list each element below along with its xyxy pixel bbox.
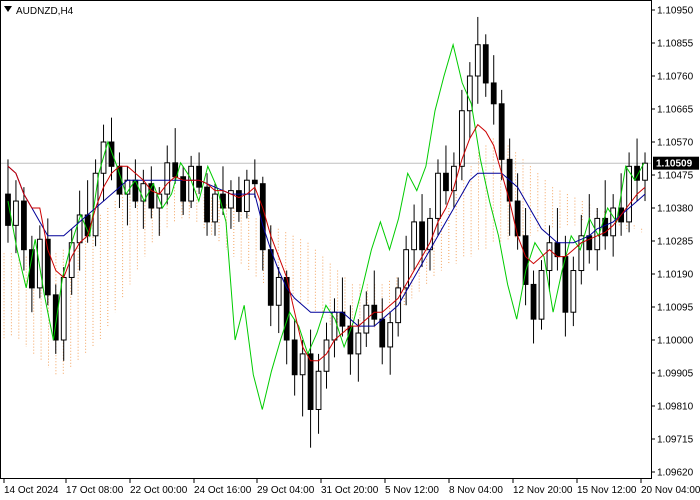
candle-body [108,141,115,167]
candle-body [60,276,67,341]
x-tick-label: 12 Nov 20:00 [513,485,573,496]
candle-body [530,283,537,320]
candle-body [482,44,489,84]
y-tick-label: 1.10760 [657,72,694,83]
y-tick-label: 1.10190 [657,270,694,281]
candle-body [443,172,449,192]
candle-body [435,172,441,219]
candle-body [379,318,386,348]
candle-body [387,322,394,348]
candle-body [84,214,91,237]
candle-body [251,179,258,185]
candle-body [458,110,465,167]
y-tick-label: 1.09810 [657,402,694,413]
symbol-label: AUDNZD,H4 [16,6,74,17]
candle-body [586,235,593,251]
y-tick-label: 1.09715 [657,435,694,446]
x-tick-label: 5 Nov 12:00 [385,485,439,496]
y-tick-label: 1.10380 [657,204,694,215]
candle-body [419,221,425,251]
price-chart[interactable]: 1.10950 1.10855 1.10760 1.10665 1.10570 1.104… [0,0,700,500]
x-tick-label: 17 Oct 08:00 [66,485,124,496]
candle-body [291,339,298,376]
y-tick-label: 1.10285 [657,237,694,248]
candle-body [259,183,266,251]
candle-body [204,186,210,223]
y-tick-label: 1.10665 [657,105,694,116]
candle-body [307,353,314,410]
candle-body [315,370,322,410]
x-tick-label: 8 Nov 04:00 [449,485,503,496]
y-tick-label: 1.09620 [657,468,694,479]
candle-body [275,276,282,306]
candle-body [164,162,171,195]
candle-body [13,200,19,226]
y-tick-label: 1.10000 [657,336,694,347]
current-price-tag: 1.10509 [653,156,699,170]
candle-body [474,44,481,77]
x-tick-label: 22 Oct 00:00 [130,485,188,496]
y-tick-label: 1.10950 [657,6,694,17]
candle-body [546,242,553,272]
x-tick-label: 20 Nov 04:00 [641,485,700,496]
candle-body [490,82,497,105]
y-tick-label: 1.10855 [657,39,694,50]
y-tick-label: 1.10475 [657,171,694,182]
y-axis: 1.10950 1.10855 1.10760 1.10665 1.10570 1.104… [651,6,694,479]
candle-body [355,332,362,355]
candle-body [538,270,545,320]
current-price-label: 1.10509 [656,159,693,170]
candle-body [411,221,417,251]
candle-body [299,353,306,376]
candle-body [642,162,648,181]
candle-body [196,165,202,188]
x-tick-label: 14 Oct 2024 [4,485,59,496]
y-tick-label: 1.09905 [657,369,694,380]
candle [538,260,545,330]
candle-body [498,103,505,160]
candle-body [212,193,218,223]
candle-body [243,179,250,212]
y-tick-label: 1.10570 [657,138,694,149]
y-tick-label: 1.10095 [657,303,694,314]
candle-body [21,200,27,251]
x-tick-label: 29 Oct 04:00 [257,485,315,496]
candle-body [267,249,274,306]
x-tick-label: 31 Oct 20:00 [321,485,379,496]
x-tick-label: 15 Nov 12:00 [577,485,637,496]
candle-body [570,270,577,313]
candle-body [522,235,529,285]
x-tick-label: 24 Oct 16:00 [194,485,252,496]
